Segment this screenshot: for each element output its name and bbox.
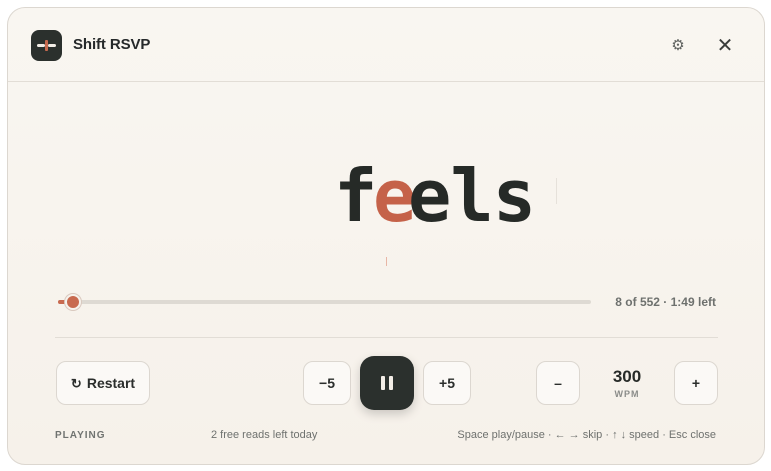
gear-icon: ⚙ <box>671 37 685 54</box>
free-reads-remaining: 2 free reads left today <box>211 429 318 441</box>
divider <box>55 337 718 338</box>
progress-label: 8 of 552 · 1:49 left <box>615 295 716 309</box>
restart-button[interactable]: ↻ Restart <box>56 361 150 405</box>
current-word: f e els <box>8 154 764 238</box>
playback-state: PLAYING <box>55 430 106 441</box>
app-title: Shift RSVP <box>73 36 151 53</box>
app-logo-icon <box>31 30 62 61</box>
progress-handle[interactable] <box>65 294 81 310</box>
restart-label: Restart <box>86 375 136 391</box>
close-icon: ✕ <box>716 35 734 57</box>
focus-point-marker <box>386 257 387 266</box>
settings-button[interactable]: ⚙ <box>668 36 688 56</box>
play-pause-button[interactable] <box>360 356 414 410</box>
skip-back-button[interactable]: −5 <box>303 361 351 405</box>
wpm-unit-label: WPM <box>614 389 640 399</box>
skip-forward-button[interactable]: +5 <box>423 361 471 405</box>
progress-slider[interactable] <box>58 294 591 310</box>
word-suffix: els <box>408 154 536 238</box>
wpm-value: 300 <box>612 367 642 386</box>
close-button[interactable]: ✕ <box>714 35 736 57</box>
rsvp-window: Shift RSVP ⚙ ✕ f e els 8 of 552 · 1:49 l… <box>7 7 765 465</box>
title-bar: Shift RSVP ⚙ ✕ <box>8 8 764 82</box>
restart-icon: ↻ <box>70 376 82 391</box>
word-prefix: f <box>334 154 377 238</box>
speed-up-button[interactable]: + <box>674 361 718 405</box>
keyboard-shortcuts-hint: Space play/pause · ← → skip · ↑ ↓ speed … <box>457 429 716 441</box>
speed-down-button[interactable]: – <box>536 361 580 405</box>
